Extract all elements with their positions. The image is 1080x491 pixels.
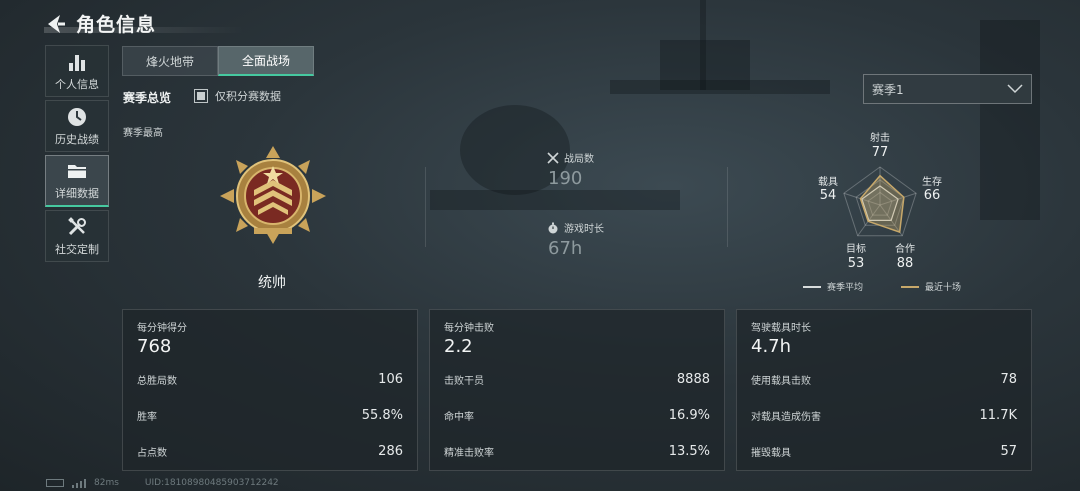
radar-value-vehicle: 54 [819,188,837,203]
sidebar-item-label: 历史战绩 [55,132,99,146]
radar-label-objective: 目标 [846,244,866,255]
legend-line-recent [901,285,919,288]
title-underline [44,27,244,33]
rank-medal-icon [220,146,326,244]
radar-label-vehicle: 载具 [818,177,838,188]
divider [425,167,426,247]
season-dropdown[interactable]: 赛季1 [863,74,1032,104]
radar-value-survival: 66 [923,188,941,203]
row-label: 占点数 [137,448,167,459]
rank-name: 统帅 [258,275,286,291]
ranked-only-checkbox[interactable] [194,89,208,103]
divider [727,167,728,247]
row-value: 11.7K [979,408,1017,423]
row-value: 286 [378,444,403,459]
card-row: 胜率 55.8% [137,408,403,423]
card-big-value: 768 [137,336,172,357]
radar-legend-avg: 赛季平均 [803,280,863,293]
tools-icon [68,216,86,235]
card-row: 击败干员 8888 [444,372,710,387]
crossed-swords-icon [547,151,559,164]
card-row: 摧毁载具 57 [751,444,1017,459]
kills-card: 每分钟击败 2.2 击败干员 8888 命中率 16.9% 精准击败率 13.5% [429,309,725,471]
card-row: 精准击败率 13.5% [444,444,710,459]
row-label: 使用载具击败 [751,376,811,387]
score-card: 每分钟得分 768 总胜局数 106 胜率 55.8% 占点数 286 [122,309,418,471]
row-value: 78 [1000,372,1017,387]
sidebar-item-label: 社交定制 [55,242,99,256]
radar-label-teamwork: 合作 [895,244,915,255]
sidebar-item-detailed-data[interactable]: 详细数据 [45,155,109,207]
radar-legend-recent: 最近十场 [901,280,961,293]
card-big-value: 4.7h [751,336,792,357]
row-label: 对载具造成伤害 [751,412,821,423]
status-footer: 82ms UID:18108980485903712242 [46,478,279,488]
legend-recent-label: 最近十场 [925,283,962,293]
mode-tabs: 烽火地带 全面战场 [122,46,314,76]
battery-icon [46,479,64,487]
playtime-label: 游戏时长 [564,224,604,235]
row-label: 胜率 [137,412,157,423]
stopwatch-icon [548,222,558,233]
row-label: 命中率 [444,412,474,423]
matches-stat: 战局数 190 [547,150,594,189]
matches-label: 战局数 [564,154,594,165]
card-row: 总胜局数 106 [137,372,403,387]
card-title: 驾驶载具时长 [751,323,811,334]
card-title: 每分钟击败 [444,323,494,334]
row-label: 总胜局数 [137,376,177,387]
chevron-down-icon [1007,84,1023,94]
card-title: 每分钟得分 [137,323,187,334]
ping-value: 82ms [94,478,119,488]
card-row: 对载具造成伤害 11.7K [751,408,1017,423]
matches-value: 190 [548,168,583,189]
radar-value-shooting: 77 [871,145,889,160]
row-label: 摧毁载具 [751,448,791,459]
ranked-only-toggle[interactable]: 仅积分赛数据 [194,88,281,104]
ability-radar: 射击 77 生存 66 合作 88 目标 53 载具 54 [790,125,990,295]
legend-avg-label: 赛季平均 [827,283,864,293]
card-big-value: 2.2 [444,336,473,357]
card-row: 占点数 286 [137,444,403,459]
legend-line-avg [803,285,821,288]
row-label: 击败干员 [444,376,484,387]
clock-icon [68,107,86,126]
radar-value-teamwork: 88 [896,256,914,271]
sidebar-item-label: 个人信息 [55,77,99,91]
radar-label-survival: 生存 [922,177,942,188]
playtime-stat: 游戏时长 67h [547,220,604,259]
row-value: 57 [1000,444,1017,459]
folder-icon [68,165,86,178]
bar-chart-icon [69,54,85,71]
card-row: 命中率 16.9% [444,408,710,423]
vehicle-card: 驾驶载具时长 4.7h 使用载具击败 78 对载具造成伤害 11.7K 摧毁载具 57 [736,309,1032,471]
radar-label-shooting: 射击 [870,133,890,144]
sidebar-item-social-custom[interactable]: 社交定制 [45,210,109,262]
row-value: 13.5% [668,444,710,459]
sidebar-item-history[interactable]: 历史战绩 [45,100,109,152]
uid-text: UID:18108980485903712242 [144,478,279,488]
ranked-only-label: 仅积分赛数据 [215,90,281,103]
tab-full-battlefield[interactable]: 全面战场 [218,46,314,76]
playtime-value: 67h [548,238,583,259]
row-value: 16.9% [668,408,710,423]
radar-value-objective: 53 [847,256,865,271]
row-value: 55.8% [361,408,403,423]
row-label: 精准击败率 [444,448,494,459]
season-high-label: 赛季最高 [123,128,163,139]
season-overview-title: 赛季总览 [123,91,172,105]
sidebar-item-personal-info[interactable]: 个人信息 [45,45,109,97]
row-value: 106 [378,372,403,387]
signal-icon [72,478,86,488]
sidebar: 个人信息 历史战绩 详细数据 社交定制 [45,45,109,265]
row-value: 8888 [676,372,710,387]
sidebar-item-label: 详细数据 [55,187,99,200]
tab-hazard-zone[interactable]: 烽火地带 [122,46,218,76]
season-dropdown-value: 赛季1 [872,82,904,97]
card-row: 使用载具击败 78 [751,372,1017,387]
